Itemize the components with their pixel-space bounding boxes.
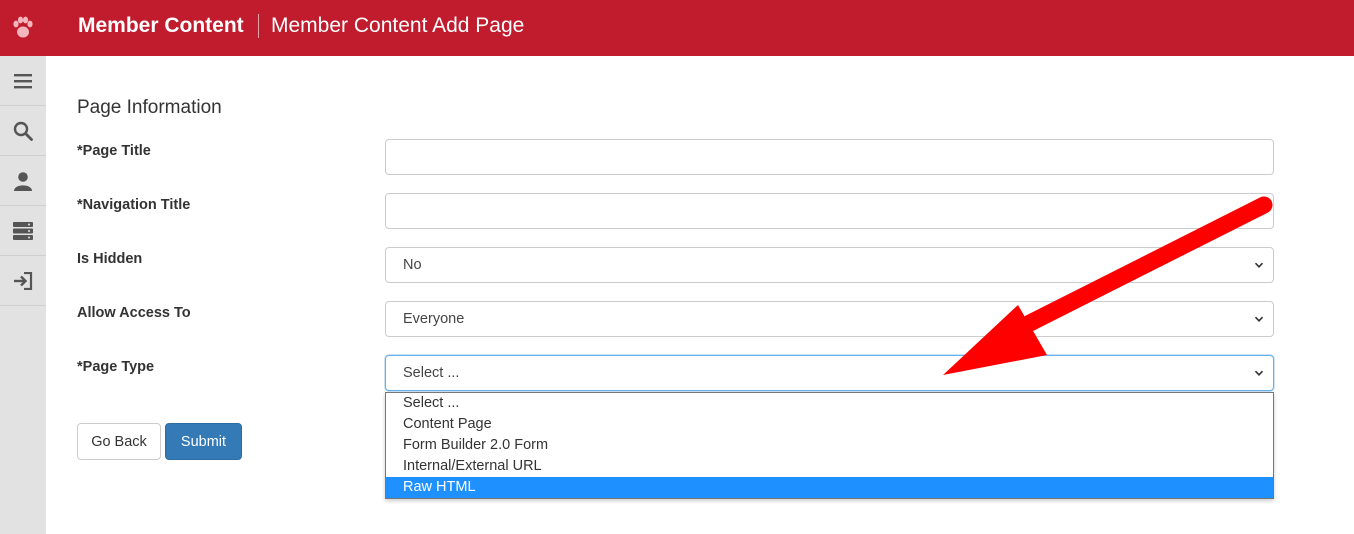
- top-bar: Member Content Member Content Add Page: [0, 0, 1354, 56]
- page-type-value: Select ...: [403, 365, 460, 381]
- allow-access-select[interactable]: Everyone: [385, 301, 1274, 337]
- chevron-down-icon: [1254, 316, 1264, 322]
- section-title: Page Information: [77, 97, 222, 118]
- sidebar: [0, 56, 46, 534]
- is-hidden-select[interactable]: No: [385, 247, 1274, 283]
- page-title: Member Content Add Page: [271, 14, 525, 37]
- allow-access-label: Allow Access To: [77, 305, 191, 321]
- search-icon[interactable]: [0, 106, 46, 156]
- page-type-label: *Page Type: [77, 359, 155, 375]
- chevron-down-icon: [1254, 262, 1264, 268]
- title-divider: [258, 14, 259, 38]
- user-icon[interactable]: [0, 156, 46, 206]
- server-icon[interactable]: [0, 206, 46, 256]
- is-hidden-label: Is Hidden: [77, 251, 143, 267]
- page-title-label: *Page Title: [77, 143, 151, 159]
- go-back-button[interactable]: Go Back: [77, 423, 161, 460]
- page-type-select[interactable]: Select ...: [385, 355, 1274, 391]
- navigation-title-label: *Navigation Title: [77, 197, 191, 213]
- dropdown-option-highlighted[interactable]: Raw HTML: [386, 477, 1273, 498]
- dropdown-option[interactable]: Content Page: [386, 414, 1273, 435]
- navigation-title-input[interactable]: [385, 193, 1274, 229]
- page-type-dropdown: Select ... Content Page Form Builder 2.0…: [385, 392, 1274, 499]
- dropdown-option[interactable]: Form Builder 2.0 Form: [386, 435, 1273, 456]
- is-hidden-value: No: [403, 257, 422, 273]
- dropdown-option[interactable]: Internal/External URL: [386, 456, 1273, 477]
- submit-button[interactable]: Submit: [165, 423, 242, 460]
- dropdown-option[interactable]: Select ...: [386, 393, 1273, 414]
- hamburger-menu-icon[interactable]: [0, 56, 46, 106]
- page-title-input[interactable]: [385, 139, 1274, 175]
- app-title: Member Content: [78, 14, 244, 37]
- allow-access-value: Everyone: [403, 311, 465, 327]
- sign-out-icon[interactable]: [0, 256, 46, 306]
- paw-icon[interactable]: [0, 0, 46, 56]
- chevron-down-icon: [1254, 370, 1264, 376]
